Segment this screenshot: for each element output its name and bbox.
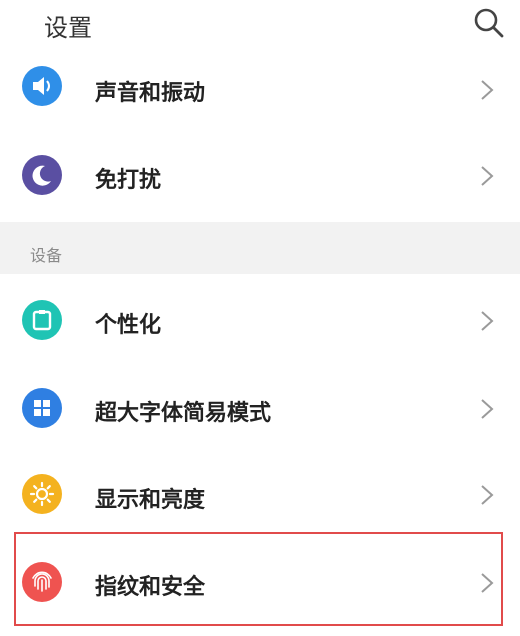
- chevron-right-icon: [480, 310, 494, 332]
- settings-item-label: 免打扰: [95, 168, 162, 193]
- chevron-right-icon: [480, 79, 494, 101]
- settings-item-label: 显示和亮度: [95, 488, 206, 513]
- chevron-right-icon: [480, 398, 494, 420]
- moon-icon: [22, 155, 62, 195]
- settings-item-label: 个性化: [95, 313, 162, 338]
- settings-item-display-brightness[interactable]: 显示和亮度: [0, 452, 520, 534]
- settings-item-label: 超大字体简易模式: [95, 401, 272, 426]
- chevron-right-icon: [480, 484, 494, 506]
- settings-item-do-not-disturb[interactable]: 免打扰: [0, 128, 520, 222]
- page-title: 设置: [44, 14, 92, 42]
- brightness-icon: [22, 474, 62, 514]
- settings-item-sound[interactable]: 声音和振动: [0, 52, 520, 128]
- theme-icon: [22, 300, 62, 340]
- grid-icon: [22, 388, 62, 428]
- section-header-device: 设备: [0, 222, 520, 274]
- settings-item-large-font-mode[interactable]: 超大字体简易模式: [0, 364, 520, 452]
- search-icon[interactable]: [472, 6, 506, 40]
- chevron-right-icon: [480, 165, 494, 187]
- settings-item-personalization[interactable]: 个性化: [0, 274, 520, 364]
- highlight-box: [14, 532, 503, 626]
- section-title: 设备: [30, 246, 63, 265]
- settings-item-label: 声音和振动: [95, 81, 206, 106]
- sound-icon: [22, 66, 62, 106]
- app-header: 设置: [0, 0, 520, 53]
